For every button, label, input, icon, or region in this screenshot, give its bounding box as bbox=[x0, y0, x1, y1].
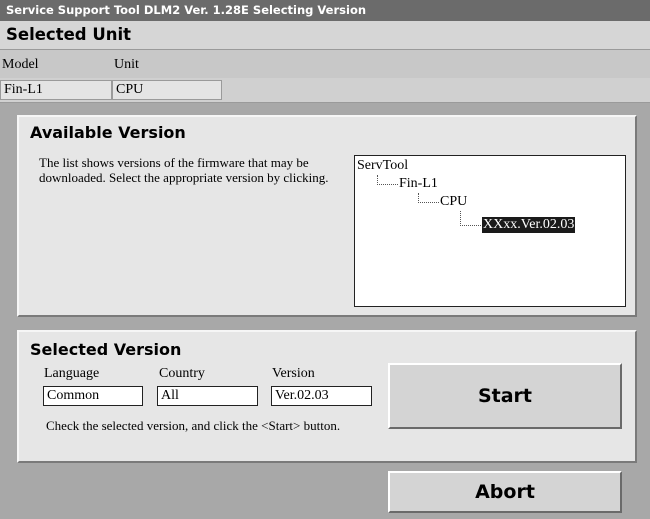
available-version-heading: Available Version bbox=[30, 123, 186, 142]
unit-column-header: Unit bbox=[114, 57, 139, 72]
selected-version-heading: Selected Version bbox=[30, 340, 182, 359]
selected-unit-heading: Selected Unit bbox=[6, 25, 132, 44]
abort-button[interactable]: Abort bbox=[388, 471, 622, 513]
selected-unit-row: Fin-L1 CPU bbox=[0, 78, 650, 103]
tree-node-unit[interactable]: CPU bbox=[440, 194, 467, 210]
tree-connector bbox=[460, 211, 481, 226]
unit-column-headers: Model Unit bbox=[0, 50, 650, 78]
start-button[interactable]: Start bbox=[388, 363, 622, 429]
available-version-panel: Available Version The list shows version… bbox=[17, 115, 637, 317]
version-tree[interactable]: ServTool Fin-L1 CPU XXxx.Ver.02.03 bbox=[354, 155, 626, 307]
country-label: Country bbox=[159, 366, 205, 381]
model-column-header: Model bbox=[2, 57, 39, 72]
tree-node-root[interactable]: ServTool bbox=[357, 158, 408, 174]
model-value-cell: Fin-L1 bbox=[0, 80, 112, 100]
tree-node-model[interactable]: Fin-L1 bbox=[399, 176, 438, 192]
available-version-description: The list shows versions of the firmware … bbox=[39, 155, 329, 185]
selected-unit-header: Selected Unit bbox=[0, 21, 650, 50]
unit-value-cell: CPU bbox=[112, 80, 222, 100]
window-title: Service Support Tool DLM2 Ver. 1.28E Sel… bbox=[6, 3, 367, 17]
tree-connector bbox=[377, 175, 398, 185]
tree-connector bbox=[418, 193, 439, 203]
selected-version-instruction: Check the selected version, and click th… bbox=[46, 418, 341, 433]
tree-node-version-selected[interactable]: XXxx.Ver.02.03 bbox=[482, 217, 576, 233]
language-label: Language bbox=[44, 366, 100, 381]
window-title-bar: Service Support Tool DLM2 Ver. 1.28E Sel… bbox=[0, 0, 650, 21]
version-label: Version bbox=[272, 366, 315, 381]
language-field: Common bbox=[43, 386, 143, 406]
country-field: All bbox=[157, 386, 258, 406]
version-field: Ver.02.03 bbox=[271, 386, 372, 406]
